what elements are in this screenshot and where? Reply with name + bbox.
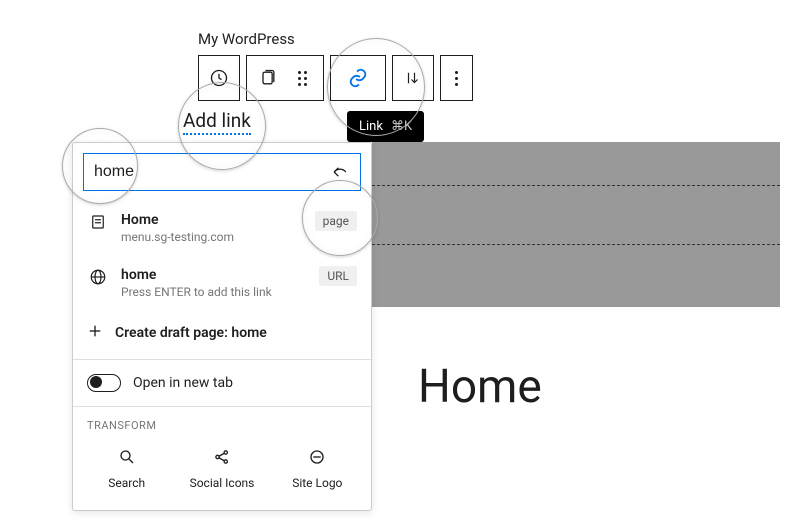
featured-image-placeholder[interactable] xyxy=(372,142,780,307)
toolbar-group-link xyxy=(330,55,386,101)
link-popover: Home menu.sg-testing.com page home Press… xyxy=(72,142,372,511)
transform-label: Social Icons xyxy=(190,476,255,490)
link-tooltip: Link ⌘K xyxy=(347,111,424,142)
create-draft-label: Create draft page: home xyxy=(115,325,267,341)
suggestion-url[interactable]: home Press ENTER to add this link URL xyxy=(73,256,371,311)
suggestion-badge: URL xyxy=(319,266,357,286)
suggestion-page[interactable]: Home menu.sg-testing.com page xyxy=(73,201,371,256)
share-icon xyxy=(213,446,231,468)
search-icon xyxy=(118,446,136,468)
toolbar-group-pagelist xyxy=(246,55,324,101)
chevron-down-icon[interactable] xyxy=(401,66,425,90)
suggestion-sub: menu.sg-testing.com xyxy=(121,229,303,246)
plus-icon xyxy=(87,323,103,343)
transform-search[interactable]: Search xyxy=(82,446,172,490)
toolbar-group-submenu xyxy=(392,55,434,101)
transform-logo[interactable]: Site Logo xyxy=(272,446,362,490)
transform-grid: Search Social Icons Site Logo xyxy=(73,436,371,510)
suggestion-title: Home xyxy=(121,211,303,229)
site-logo-icon xyxy=(308,446,326,468)
transform-social[interactable]: Social Icons xyxy=(177,446,267,490)
page-icon xyxy=(87,211,109,231)
transform-label: Site Logo xyxy=(292,476,342,490)
navigation-icon[interactable] xyxy=(207,66,231,90)
open-new-tab-label: Open in new tab xyxy=(133,375,233,391)
more-icon xyxy=(455,71,458,86)
tooltip-shortcut: ⌘K xyxy=(391,119,412,134)
globe-icon xyxy=(87,266,109,286)
open-new-tab-row[interactable]: Open in new tab xyxy=(73,360,371,407)
page-list-icon[interactable] xyxy=(256,66,280,90)
block-toolbar xyxy=(198,55,473,101)
transform-heading: TRANSFORM xyxy=(73,407,371,436)
submit-icon[interactable] xyxy=(326,158,354,186)
suggestion-badge: page xyxy=(315,211,357,231)
create-draft-page[interactable]: Create draft page: home xyxy=(73,311,371,360)
suggestion-title: home xyxy=(121,266,307,284)
link-icon[interactable] xyxy=(346,66,370,90)
toolbar-group-more[interactable] xyxy=(440,55,473,101)
link-search-wrap xyxy=(83,153,361,191)
drag-handle-icon[interactable] xyxy=(290,66,314,90)
open-new-tab-toggle[interactable] xyxy=(87,374,121,392)
toolbar-group-nav xyxy=(198,55,240,101)
link-search-input[interactable] xyxy=(94,163,326,181)
tooltip-label: Link xyxy=(359,119,383,134)
transform-label: Search xyxy=(108,476,145,490)
site-title: My WordPress xyxy=(198,30,295,48)
add-link-placeholder[interactable]: Add link xyxy=(183,109,251,135)
suggestion-sub: Press ENTER to add this link xyxy=(121,284,307,301)
page-title[interactable]: Home xyxy=(418,360,542,414)
